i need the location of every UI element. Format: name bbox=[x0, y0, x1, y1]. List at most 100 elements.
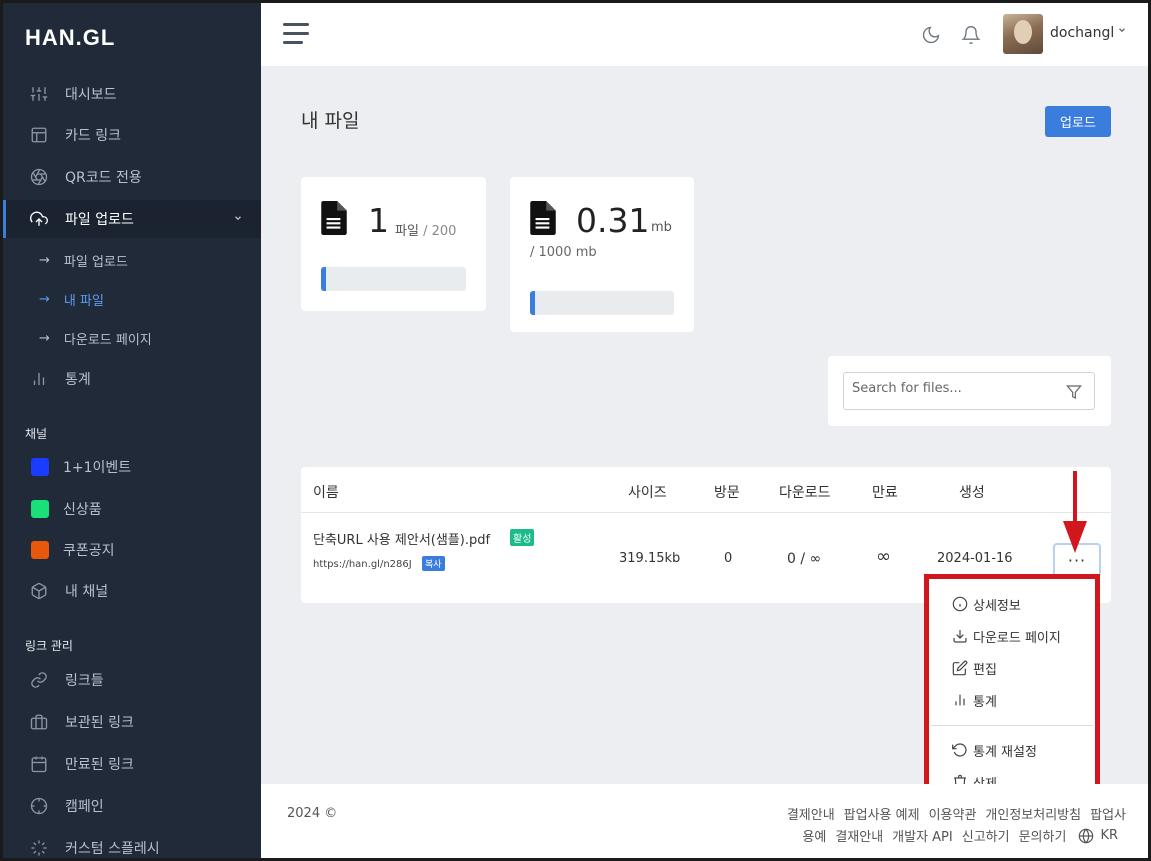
channel-item[interactable]: 신상품 bbox=[3, 493, 261, 525]
channel-label: 1+1이벤트 bbox=[63, 460, 132, 476]
sidebar-item-custom-splash[interactable]: 커스텀 스플레시 bbox=[3, 829, 261, 858]
menu-item-label: 상세정보 bbox=[973, 598, 1021, 614]
sidebar-item-links[interactable]: 링크들 bbox=[3, 661, 261, 699]
sidebar-item-label: 커스텀 스플레시 bbox=[65, 841, 160, 857]
moon-icon[interactable] bbox=[921, 25, 941, 45]
link-icon bbox=[29, 670, 49, 690]
filter-icon[interactable] bbox=[1066, 384, 1082, 400]
bell-icon[interactable] bbox=[961, 25, 981, 45]
sidebar-subitem-label: 내 파일 bbox=[63, 293, 104, 309]
upload-button[interactable]: 업로드 bbox=[1045, 106, 1111, 137]
bar-chart-icon bbox=[951, 691, 969, 709]
sidebar-item-expired-links[interactable]: 만료된 링크 bbox=[3, 745, 261, 783]
column-header-name[interactable]: 이름 bbox=[313, 482, 339, 502]
footer-copyright: 2024 © bbox=[287, 806, 338, 821]
sidebar-subitem-file-upload[interactable]: → 파일 업로드 bbox=[3, 245, 261, 275]
sidebar-item-stats[interactable]: 통계 bbox=[3, 360, 261, 398]
sidebar-subitem-label: 파일 업로드 bbox=[63, 254, 128, 270]
file-downloads: 0 / ∞ bbox=[787, 551, 822, 567]
menu-item-label: 통계 bbox=[973, 694, 997, 710]
footer-link[interactable]: 결재안내 bbox=[835, 826, 883, 845]
footer-link[interactable]: 팝업사 bbox=[1090, 808, 1126, 823]
storage-progress bbox=[530, 291, 674, 315]
storage-unit: mb bbox=[651, 220, 672, 235]
footer-links-row2: 용예 결재안내 개발자 API 신고하기 문의하기 KR bbox=[793, 826, 1118, 845]
file-visits: 0 bbox=[724, 551, 733, 566]
menu-item-stats[interactable]: 통계 bbox=[951, 689, 997, 711]
header-divider bbox=[301, 512, 1111, 513]
sidebar-item-label: 통계 bbox=[65, 372, 91, 388]
sidebar-item-dashboard[interactable]: 대시보드 bbox=[3, 75, 261, 113]
chevron-down-icon bbox=[233, 213, 243, 226]
channel-color-swatch bbox=[31, 500, 49, 518]
sidebar-item-archived-links[interactable]: 보관된 링크 bbox=[3, 703, 261, 741]
globe-icon[interactable] bbox=[1078, 827, 1094, 844]
arrow-right-icon: → bbox=[39, 252, 50, 268]
topbar: dochangl bbox=[261, 3, 1148, 66]
section-label-channels: 채널 bbox=[25, 427, 48, 441]
channel-label: 쿠폰공지 bbox=[63, 543, 115, 559]
file-url[interactable]: https://han.gl/n286J bbox=[313, 559, 412, 570]
box-icon bbox=[29, 581, 49, 601]
language-selector[interactable]: KR bbox=[1100, 828, 1118, 843]
sidebar-item-label: 링크들 bbox=[65, 673, 104, 689]
sidebar-subitem-download-page[interactable]: → 다운로드 페이지 bbox=[3, 323, 261, 353]
sidebar-subitem-my-files[interactable]: → 내 파일 bbox=[3, 284, 261, 314]
sidebar-item-label: 보관된 링크 bbox=[65, 715, 134, 731]
column-header-size[interactable]: 사이즈 bbox=[628, 482, 667, 502]
sidebar: HAN.GL 대시보드 카드 링크 QR코드 전용 파일 업로드 → 파일 업로… bbox=[3, 3, 261, 858]
footer-link[interactable]: 개발자 API bbox=[892, 826, 953, 845]
sidebar-item-label: 파일 업로드 bbox=[65, 212, 134, 228]
channel-item[interactable]: 1+1이벤트 bbox=[3, 451, 261, 483]
file-icon bbox=[321, 201, 347, 235]
username[interactable]: dochangl bbox=[1050, 25, 1114, 41]
menu-item-label: 통계 재설정 bbox=[973, 744, 1037, 760]
search-card bbox=[828, 356, 1111, 426]
menu-item-reset-stats[interactable]: 통계 재설정 bbox=[951, 739, 1037, 761]
footer: 2024 © 결제안내 팝업사용 예제 이용약관 개인정보처리방침 팝업사 용예 결재안내… bbox=[261, 784, 1148, 858]
crosshair-icon bbox=[29, 796, 49, 816]
sidebar-item-file-upload[interactable]: 파일 업로드 bbox=[3, 200, 261, 238]
channel-color-swatch bbox=[31, 541, 49, 559]
column-header-visits[interactable]: 방문 bbox=[714, 482, 740, 502]
channel-item[interactable]: 쿠폰공지 bbox=[3, 534, 261, 566]
sidebar-item-my-channel[interactable]: 내 채널 bbox=[3, 572, 261, 610]
app-window: HAN.GL 대시보드 카드 링크 QR코드 전용 파일 업로드 → 파일 업로… bbox=[3, 3, 1148, 858]
menu-item-label: 편집 bbox=[973, 662, 997, 678]
arrow-right-icon: → bbox=[39, 291, 50, 307]
footer-link[interactable]: 팝업사용 예제 bbox=[844, 808, 920, 823]
footer-link[interactable]: 문의하기 bbox=[1019, 826, 1067, 845]
file-icon bbox=[530, 201, 556, 235]
column-header-downloads[interactable]: 다운로드 bbox=[779, 482, 831, 502]
progress-fill bbox=[321, 267, 326, 291]
column-header-expiry[interactable]: 만료 bbox=[872, 482, 898, 502]
footer-link[interactable]: 개인정보처리방침 bbox=[985, 808, 1081, 823]
footer-link[interactable]: 결제안내 bbox=[787, 808, 835, 823]
menu-item-details[interactable]: 상세정보 bbox=[951, 593, 1021, 615]
sidebar-item-label: 카드 링크 bbox=[65, 128, 121, 144]
search-input[interactable] bbox=[852, 381, 1062, 396]
brand-logo[interactable]: HAN.GL bbox=[25, 25, 115, 51]
footer-link[interactable]: 용예 bbox=[802, 826, 826, 845]
briefcase-icon bbox=[29, 712, 49, 732]
copy-button[interactable]: 복사 bbox=[422, 556, 445, 571]
avatar[interactable] bbox=[1003, 14, 1043, 54]
status-badge: 활성 bbox=[510, 529, 535, 546]
menu-item-download-page[interactable]: 다운로드 페이지 bbox=[951, 625, 1061, 647]
footer-link[interactable]: 신고하기 bbox=[962, 826, 1010, 845]
menu-toggle-icon[interactable] bbox=[283, 23, 309, 45]
column-header-created[interactable]: 생성 bbox=[959, 482, 985, 502]
channel-label: 신상품 bbox=[63, 502, 102, 518]
annotation-arrow bbox=[1063, 471, 1087, 553]
sidebar-item-campaign[interactable]: 캠페인 bbox=[3, 787, 261, 825]
footer-links-row1: 결제안내 팝업사용 예제 이용약관 개인정보처리방침 팝업사 bbox=[778, 804, 1126, 823]
chevron-down-icon[interactable] bbox=[1117, 25, 1127, 38]
sidebar-item-qr[interactable]: QR코드 전용 bbox=[3, 158, 261, 196]
menu-item-edit[interactable]: 편집 bbox=[951, 657, 997, 679]
section-label-link-management: 링크 관리 bbox=[25, 639, 73, 653]
footer-link[interactable]: 이용약관 bbox=[929, 808, 977, 823]
info-icon bbox=[951, 595, 969, 613]
file-name-link[interactable]: 단축URL 사용 제안서(샘플).pdf bbox=[313, 529, 490, 548]
edit-icon bbox=[951, 659, 969, 677]
sidebar-item-card-link[interactable]: 카드 링크 bbox=[3, 116, 261, 154]
